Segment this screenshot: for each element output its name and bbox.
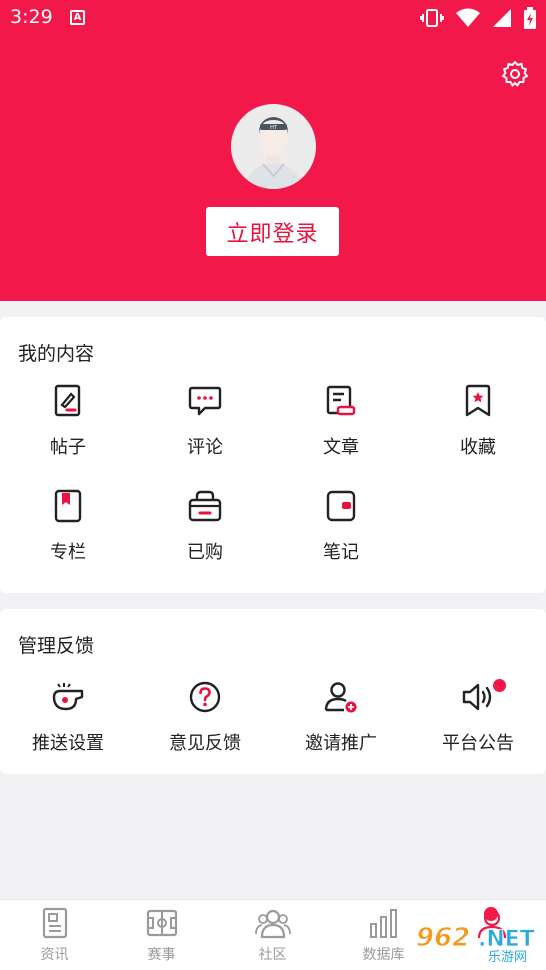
menu-item-notes[interactable]: 笔记	[273, 488, 409, 564]
article-icon	[326, 385, 356, 416]
tab-community[interactable]: 社区	[218, 906, 327, 964]
tab-label: 数据库	[362, 947, 405, 963]
default-avatar-icon: HT	[231, 104, 316, 189]
menu-item-comments[interactable]: 评论	[137, 383, 273, 459]
menu-item-label: 评论	[187, 437, 223, 458]
tab-matches[interactable]: 赛事	[107, 906, 216, 964]
note-icon	[326, 490, 356, 522]
column-book-icon	[54, 489, 82, 523]
tab-news[interactable]: 资讯	[0, 906, 109, 964]
menu-item-label: 帖子	[50, 437, 86, 458]
news-icon	[42, 907, 67, 939]
purchased-bag-icon	[188, 490, 222, 522]
add-user-icon	[324, 682, 357, 713]
menu-item-label: 平台公告	[442, 733, 514, 754]
menu-item-feedback[interactable]: 意见反馈	[137, 679, 273, 755]
watermark-logo: 962 .NET 乐游网	[416, 923, 536, 965]
announcement-badge	[493, 679, 506, 692]
menu-item-invite[interactable]: 邀请推广	[273, 679, 409, 755]
menu-item-label: 笔记	[323, 542, 359, 563]
community-icon	[254, 909, 291, 939]
menu-item-purchased[interactable]: 已购	[137, 488, 273, 564]
tab-label: 资讯	[40, 947, 69, 963]
svg-text:乐游网: 乐游网	[488, 950, 527, 964]
field-icon	[146, 909, 177, 937]
section-title: 管理反馈	[18, 635, 95, 657]
menu-item-posts[interactable]: 帖子	[0, 383, 136, 459]
post-edit-icon	[54, 384, 81, 417]
comment-icon	[188, 386, 222, 416]
profile-header: HT 立即登录	[0, 36, 546, 301]
menu-item-push-settings[interactable]: 推送设置	[0, 679, 136, 755]
feedback-section: 管理反馈 推送设置 意见反馈 邀请推广 平台公告	[0, 609, 546, 774]
svg-text:.NET: .NET	[478, 927, 535, 952]
whistle-icon	[52, 683, 84, 711]
menu-item-favorites[interactable]: 收藏	[410, 383, 546, 459]
signal-icon	[493, 9, 511, 27]
question-circle-icon	[189, 681, 221, 713]
menu-item-label: 文章	[323, 437, 359, 458]
menu-item-label: 已购	[187, 542, 223, 563]
notification-a-icon: A	[70, 10, 85, 25]
menu-item-columns[interactable]: 专栏	[0, 488, 136, 564]
bar-chart-icon	[369, 909, 397, 938]
vibrate-icon	[420, 9, 444, 27]
tab-label: 社区	[258, 947, 287, 963]
battery-charging-icon	[524, 7, 536, 29]
login-button[interactable]: 立即登录	[206, 207, 339, 256]
status-bar: 3:29 A	[0, 0, 546, 36]
avatar[interactable]: HT	[231, 104, 316, 189]
settings-gear-icon[interactable]	[501, 60, 529, 88]
bookmark-star-icon	[465, 384, 491, 417]
svg-text:962: 962	[416, 923, 470, 953]
menu-item-label: 意见反馈	[169, 733, 241, 754]
menu-item-label: 专栏	[50, 542, 86, 563]
section-title: 我的内容	[18, 343, 95, 365]
status-time: 3:29	[10, 6, 53, 28]
tab-label: 赛事	[147, 947, 176, 963]
menu-item-label: 推送设置	[32, 733, 104, 754]
svg-text:HT: HT	[270, 125, 278, 131]
my-content-section: 我的内容 帖子 评论 文章 收藏 专栏 已购 笔记	[0, 317, 546, 593]
menu-item-label: 收藏	[460, 437, 496, 458]
menu-item-articles[interactable]: 文章	[273, 383, 409, 459]
menu-item-label: 邀请推广	[305, 733, 377, 754]
wifi-icon	[456, 8, 480, 27]
menu-item-announcements[interactable]: 平台公告	[410, 679, 546, 755]
speaker-icon	[462, 683, 492, 711]
